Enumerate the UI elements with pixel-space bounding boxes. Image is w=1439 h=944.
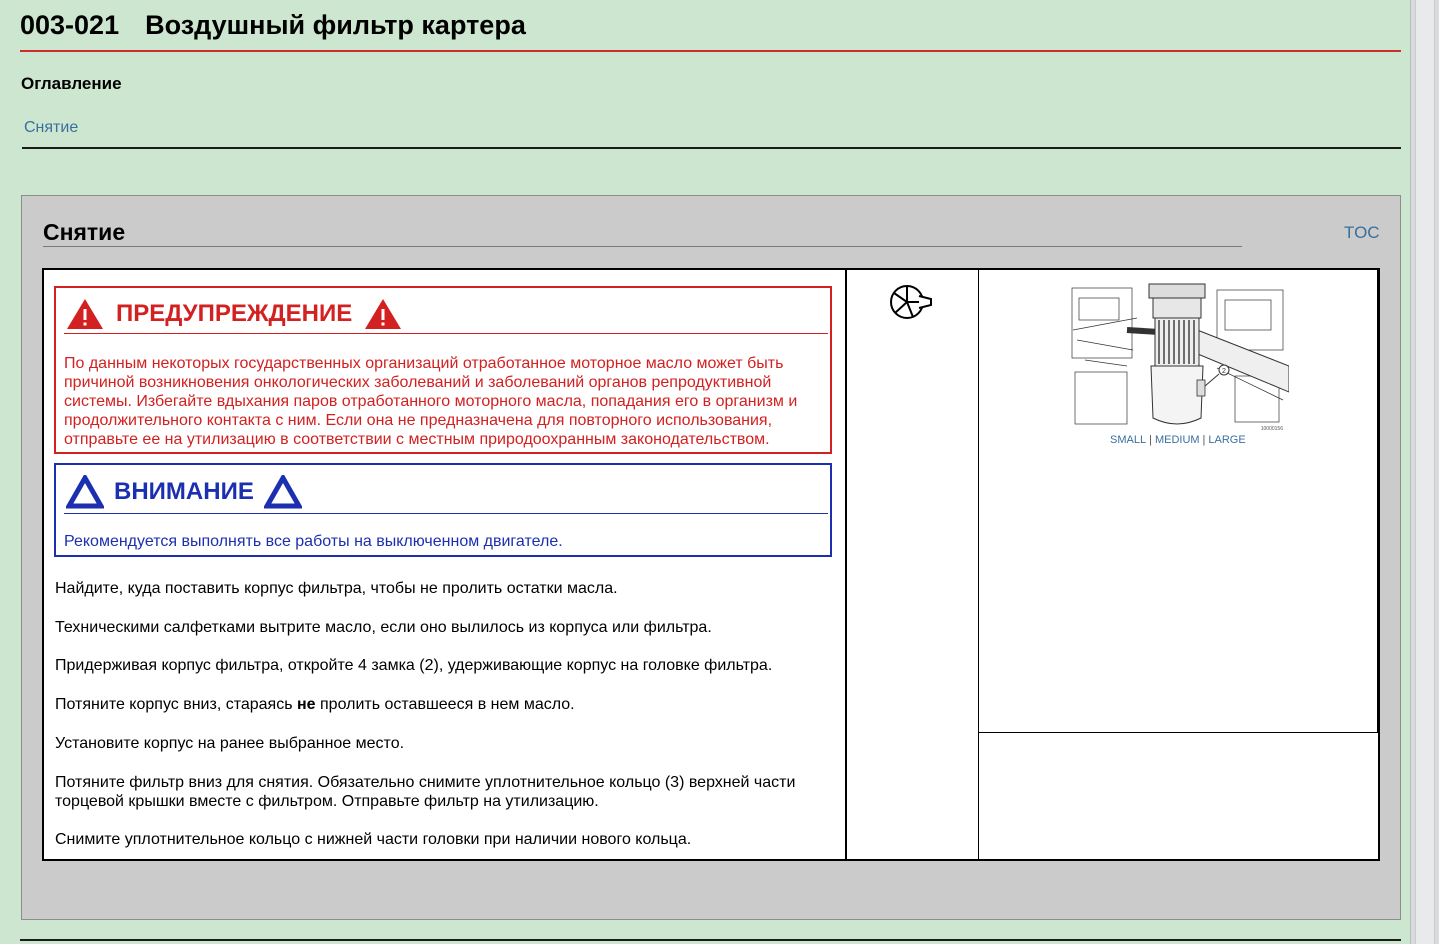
column-divider [978, 270, 979, 859]
callout-number: 2 [1222, 368, 1226, 375]
caution-heading: ВНИМАНИЕ [114, 478, 254, 505]
warning-triangle-icon [365, 299, 402, 329]
warning-header: ПРЕДУПРЕЖДЕНИЕ [66, 298, 402, 330]
section-title: Снятие [43, 219, 126, 245]
procedure-table: ПРЕДУПРЕЖДЕНИЕ По данным некоторых госуд… [42, 268, 1380, 861]
column-divider [845, 270, 847, 859]
right-scrollbar[interactable] [1410, 0, 1439, 944]
step-4: Потяните корпус вниз, стараясь не пролит… [55, 696, 575, 713]
filter-illustration[interactable]: 2 10000156 [1067, 280, 1289, 432]
size-link-medium[interactable]: MEDIUM [1155, 434, 1200, 446]
image-cell-right-border [1377, 270, 1378, 733]
caution-box: ВНИМАНИЕ Рекомендуется выполнять все раб… [54, 463, 832, 557]
section-title-divider [43, 246, 1242, 247]
warning-box: ПРЕДУПРЕЖДЕНИЕ По данным некоторых госуд… [54, 286, 832, 454]
wrench-tool-icon [890, 285, 932, 319]
page-title: 003-021 Воздушный фильтр картера [20, 10, 526, 41]
size-link-large[interactable]: LARGE [1208, 434, 1245, 446]
caution-divider [64, 513, 828, 514]
step-2: Техническими салфетками вытрите масло, е… [55, 619, 712, 636]
scrollbar-track[interactable] [1415, 0, 1435, 944]
caution-triangle-icon [263, 475, 302, 509]
step-6: Потяните фильтр вниз для снятия. Обязате… [55, 774, 796, 810]
warning-triangle-icon [67, 299, 103, 329]
caution-text: Рекомендуется выполнять все работы на вы… [64, 533, 563, 550]
caution-triangle-icon [66, 475, 104, 509]
title-divider [20, 50, 1401, 52]
toc-link-removal[interactable]: Снятие [24, 119, 78, 137]
figure-id: 10000156 [1261, 426, 1283, 432]
section-removal: Снятие TOC ПРЕДУПРЕЖДЕНИЕ По данным неко… [21, 195, 1401, 920]
doc-title-text: Воздушный фильтр картера [145, 10, 526, 40]
toc-back-link[interactable]: TOC [1344, 223, 1380, 243]
size-link-small[interactable]: SMALL [1110, 434, 1146, 446]
warning-heading: ПРЕДУПРЕЖДЕНИЕ [116, 300, 353, 327]
bottom-divider [20, 939, 1401, 941]
step-5: Установите корпус на ранее выбранное мес… [55, 735, 405, 752]
image-size-links: SMALL | MEDIUM | LARGE [1110, 434, 1246, 446]
warning-divider [64, 333, 828, 334]
doc-code: 003-021 [20, 10, 120, 40]
toc-heading: Оглавление [21, 74, 122, 93]
step-1: Найдите, куда поставить корпус фильтра, … [55, 580, 618, 597]
step-7: Снимите уплотнительное кольцо с нижней ч… [55, 831, 692, 848]
toc-divider [22, 147, 1401, 149]
step-3: Придерживая корпус фильтра, откройте 4 з… [55, 657, 773, 674]
warning-text: По данным некоторых государственных орга… [64, 355, 798, 448]
caution-header: ВНИМАНИЕ [66, 475, 302, 509]
image-cell-bottom-border [979, 732, 1378, 733]
